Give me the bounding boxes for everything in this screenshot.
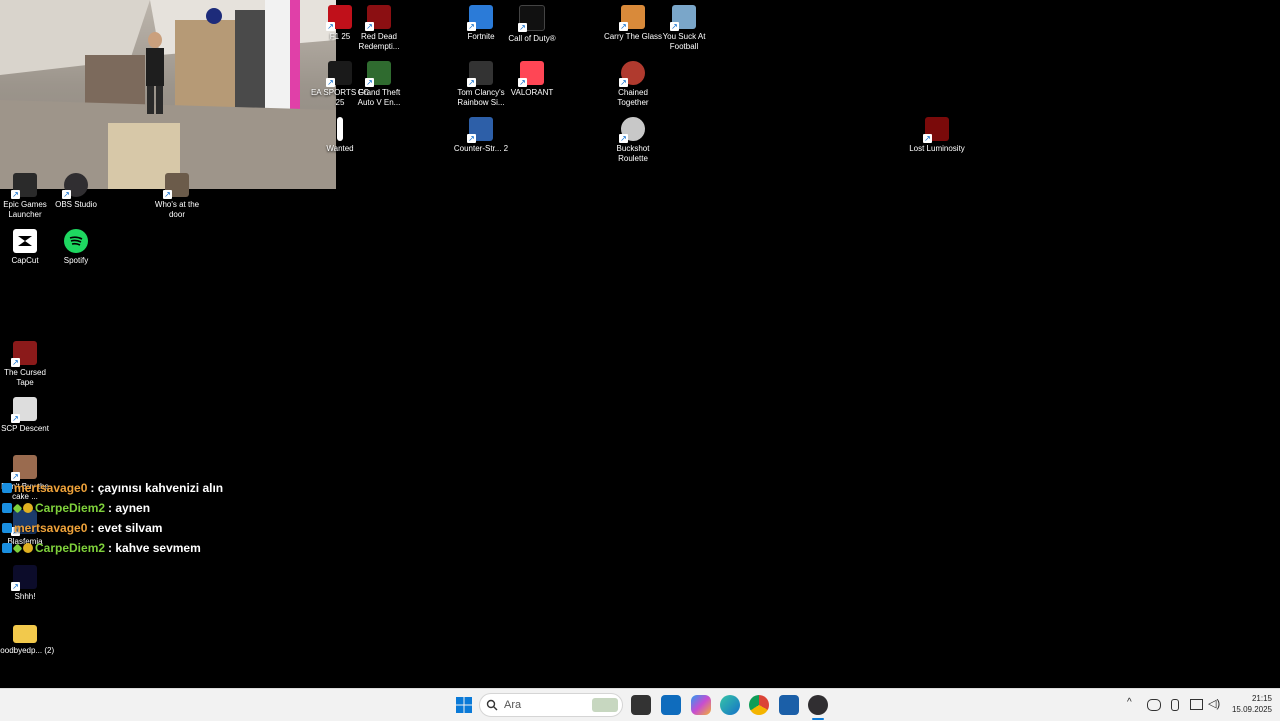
search-placeholder: Ara	[504, 699, 522, 711]
desktop-icon-goodbyedp-folder[interactable]: goodbyedp... (2)	[0, 621, 55, 656]
chat-username: CarpeDiem2	[35, 501, 106, 515]
spotify-icon	[64, 229, 88, 253]
desktop-icon-scp-descent[interactable]: ↗ SCP Descent	[0, 397, 55, 434]
counter-strike-icon: ↗	[467, 117, 493, 143]
stream-chat-overlay: mertsavage0 : çayınısı kahvenizi alın Ca…	[2, 478, 223, 558]
chat-username: CarpeDiem2	[35, 541, 106, 555]
desktop-icon-chained-together[interactable]: ↗ Chained Together	[603, 61, 663, 108]
valorant-icon: ↗	[518, 61, 544, 87]
cake-icon: ↗	[11, 455, 37, 481]
notepad-taskbar-icon[interactable]	[779, 695, 799, 715]
search-highlight-image-icon	[592, 698, 618, 712]
chat-message: CarpeDiem2 : aynen	[2, 498, 223, 518]
platform-badge-icon	[2, 543, 12, 553]
search-icon	[486, 699, 498, 711]
chevron-up-icon[interactable]: ^	[1127, 697, 1132, 708]
platform-badge-icon	[2, 503, 12, 513]
desktop-icon-obs-studio[interactable]: ↗ OBS Studio	[46, 173, 106, 210]
windows-logo-icon	[456, 697, 472, 713]
subscriber-badge-icon	[12, 503, 23, 513]
chat-message: CarpeDiem2 : kahve sevmem	[2, 538, 223, 558]
capcut-icon	[13, 229, 37, 253]
chat-username: mertsavage0	[14, 481, 88, 495]
scp-descent-icon: ↗	[11, 397, 37, 423]
whos-at-the-door-icon: ↗	[163, 173, 189, 199]
desktop-icon-wanted[interactable]: Wanted	[310, 117, 370, 154]
call-of-duty-icon: ↗	[518, 5, 545, 32]
chat-text: : kahve sevmem	[108, 541, 201, 555]
epic-games-icon: ↗	[11, 173, 37, 199]
chat-message: mertsavage0 : evet silvam	[2, 518, 223, 538]
edge-taskbar-icon[interactable]	[720, 695, 740, 715]
desktop-icon-gta-v[interactable]: ↗ Grand Theft Auto V En...	[349, 61, 409, 108]
desktop-icon-shhh[interactable]: ↗ Shhh!	[0, 565, 55, 602]
gift-badge-icon	[23, 503, 33, 513]
red-dead-icon: ↗	[365, 5, 391, 31]
chat-message: mertsavage0 : çayınısı kahvenizi alın	[2, 478, 223, 498]
desktop-icon-counter-strike-2[interactable]: ↗ Counter-Str... 2	[451, 117, 511, 154]
chat-text: : çayınısı kahvenizi alın	[90, 481, 224, 495]
webcam-overlay	[0, 0, 336, 189]
start-button[interactable]	[454, 695, 474, 715]
desktop-icon-call-of-duty[interactable]: ↗ Call of Duty®	[502, 5, 562, 44]
onedrive-icon[interactable]	[1147, 699, 1161, 711]
you-suck-at-football-icon: ↗	[670, 5, 696, 31]
task-view-button[interactable]	[631, 695, 651, 715]
shhh-icon: ↗	[11, 565, 37, 591]
taskbar-search-box[interactable]: Ara	[479, 693, 623, 717]
webcam-scene	[0, 0, 336, 189]
desktop-icon-whos-at-the-door[interactable]: ↗ Who's at the door	[147, 173, 207, 220]
taskbar: Ara ^ ◁) 21:15 15.09.2025	[0, 688, 1280, 721]
buckshot-roulette-icon: ↗	[619, 117, 645, 143]
wanted-icon	[337, 117, 343, 141]
chained-together-icon: ↗	[619, 61, 645, 87]
chat-username: mertsavage0	[14, 521, 88, 535]
rainbow-six-icon: ↗	[467, 61, 493, 87]
network-icon[interactable]	[1190, 699, 1203, 710]
fortnite-icon: ↗	[467, 5, 493, 31]
volume-icon[interactable]: ◁)	[1208, 697, 1220, 710]
taskbar-clock[interactable]: 21:15 15.09.2025	[1232, 693, 1272, 715]
desktop-icon-cursed-tape[interactable]: ↗ The Cursed Tape	[0, 341, 55, 388]
subscriber-badge-icon	[12, 543, 23, 553]
outlook-taskbar-icon[interactable]	[661, 695, 681, 715]
chrome-taskbar-icon[interactable]	[749, 695, 769, 715]
desktop-icon-you-suck-at-football[interactable]: ↗ You Suck At Football	[654, 5, 714, 52]
desktop-icon-lost-luminosity[interactable]: ↗ Lost Luminosity	[907, 117, 967, 154]
obs-studio-icon: ↗	[62, 173, 88, 199]
desktop-icon-spotify[interactable]: Spotify	[46, 229, 106, 266]
obs-taskbar-icon[interactable]	[808, 695, 828, 715]
gta-v-icon: ↗	[365, 61, 391, 87]
lost-luminosity-icon: ↗	[923, 117, 949, 143]
gift-badge-icon	[23, 543, 33, 553]
desktop-icon-valorant[interactable]: ↗ VALORANT	[502, 61, 562, 98]
desktop: ↗ F1 25 ↗ Red Dead Redempti... ↗ Fortnit…	[0, 0, 1280, 688]
folder-icon	[13, 625, 37, 643]
microphone-icon[interactable]	[1171, 699, 1179, 711]
cursed-tape-icon: ↗	[11, 341, 37, 367]
copilot-taskbar-icon[interactable]	[691, 695, 711, 715]
clock-time: 21:15	[1251, 694, 1272, 703]
desktop-icon-buckshot-roulette[interactable]: ↗ Buckshot Roulette	[603, 117, 663, 164]
platform-badge-icon	[2, 523, 12, 533]
chat-text: : aynen	[108, 501, 151, 515]
platform-badge-icon	[2, 483, 12, 493]
carry-the-glass-icon: ↗	[619, 5, 645, 31]
chat-text: : evet silvam	[90, 521, 163, 535]
desktop-icon-red-dead[interactable]: ↗ Red Dead Redempti...	[349, 5, 409, 52]
clock-date: 15.09.2025	[1231, 705, 1272, 714]
